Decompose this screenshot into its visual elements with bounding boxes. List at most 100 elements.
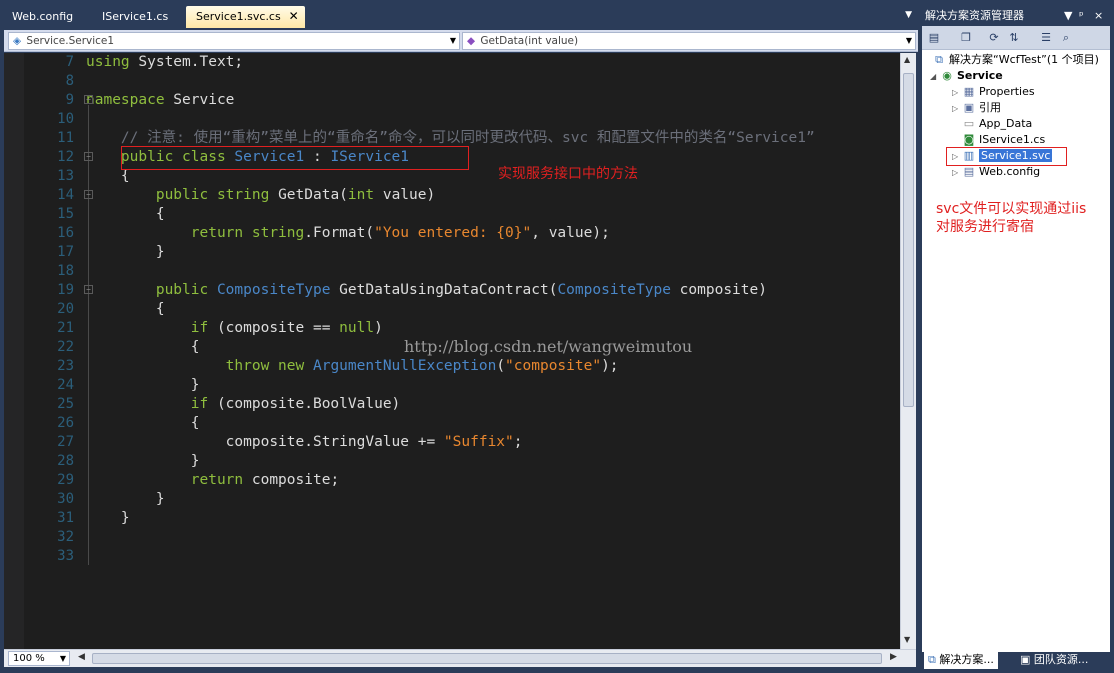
code-token: (composite == bbox=[208, 320, 340, 336]
collapse-getdata-icon[interactable]: − bbox=[84, 190, 93, 199]
scroll-left-icon[interactable]: ◀ bbox=[78, 652, 85, 662]
tab-label: Service1.svc.cs bbox=[196, 10, 281, 23]
code-token: (composite.BoolValue) bbox=[208, 396, 401, 412]
code-token: "composite" bbox=[505, 358, 602, 374]
zoom-value: 100 % bbox=[13, 653, 45, 664]
code-token: System.Text; bbox=[129, 54, 244, 70]
scroll-down-icon[interactable]: ▼ bbox=[904, 635, 910, 644]
vertical-scroll-thumb[interactable] bbox=[903, 73, 914, 407]
code-token: ( bbox=[496, 358, 506, 374]
view-code-icon[interactable]: ☰ bbox=[1038, 30, 1054, 46]
panel-title: 解决方案资源管理器 bbox=[925, 9, 1024, 22]
tab-solution-explorer[interactable]: ⧉ 解决方案... bbox=[924, 652, 998, 669]
tree-item-label: 解决方案“WcfTest”(1 个项目) bbox=[949, 53, 1099, 66]
code-token: value) bbox=[374, 187, 436, 203]
code-token: , value); bbox=[531, 225, 610, 241]
code-token: "You entered: {0}" bbox=[374, 225, 532, 241]
tree-item-label: 引用 bbox=[979, 101, 1001, 114]
chevron-down-icon: ▼ bbox=[449, 36, 456, 45]
expand-arrow-icon[interactable]: ▷ bbox=[952, 165, 962, 181]
code-line: using System.Text; bbox=[86, 53, 243, 72]
member-dropdown[interactable]: ◆ GetData(int value) ▼ bbox=[462, 32, 916, 50]
panel-bottom-tabs: ⧉ 解决方案... ▣ 团队资源... bbox=[922, 652, 1110, 669]
expand-arrow-icon[interactable]: ▷ bbox=[952, 85, 962, 101]
tree-item-label: Service bbox=[957, 69, 1003, 82]
show-all-files-icon[interactable]: ❐ bbox=[958, 30, 974, 46]
chevron-down-icon: ▼ bbox=[59, 654, 66, 663]
expanded-arrow-icon[interactable]: ◢ bbox=[930, 69, 940, 85]
class-annotation: 实现服务接口中的方法 bbox=[498, 166, 638, 182]
code-line: public CompositeType GetDataUsingDataCon… bbox=[86, 281, 767, 300]
tree-item-web-config[interactable]: ▷ ▤ Web.config bbox=[952, 164, 1040, 180]
code-token: composite.StringValue += bbox=[86, 434, 444, 450]
code-token: public bbox=[86, 282, 217, 298]
properties-icon[interactable]: ▤ bbox=[926, 30, 942, 46]
code-token: composite) bbox=[670, 282, 767, 298]
code-token: GetDataUsingDataContract( bbox=[330, 282, 558, 298]
class-declaration-highlight bbox=[121, 146, 469, 170]
tab-iservice1-cs[interactable]: IService1.cs bbox=[92, 6, 178, 28]
tree-item-label: App_Data bbox=[979, 117, 1033, 130]
code-token: } bbox=[86, 244, 165, 260]
code-line: if (composite == null) bbox=[86, 319, 383, 338]
tab-label: 团队资源... bbox=[1033, 653, 1089, 666]
refresh-icon[interactable]: ⟳ bbox=[986, 30, 1002, 46]
tree-solution-node[interactable]: ⧉ 解决方案“WcfTest”(1 个项目) bbox=[932, 52, 1099, 68]
scroll-right-icon[interactable]: ▶ bbox=[890, 652, 897, 662]
code-token: { bbox=[86, 301, 165, 317]
code-token: .Format( bbox=[304, 225, 375, 241]
code-token: public string bbox=[86, 187, 279, 203]
code-line: { bbox=[86, 414, 200, 433]
solution-icon: ⧉ bbox=[935, 53, 943, 66]
code-token: GetData( bbox=[278, 187, 348, 203]
code-token: return string bbox=[86, 225, 305, 241]
code-line: } bbox=[86, 243, 165, 262]
collapse-namespace-icon[interactable]: − bbox=[84, 95, 93, 104]
close-tab-icon[interactable]: ✕ bbox=[289, 6, 299, 27]
chevron-down-icon: ▼ bbox=[905, 36, 912, 45]
document-tab-strip: Web.config IService1.cs Service1.svc.cs … bbox=[0, 0, 918, 28]
method-icon: ◆ bbox=[467, 35, 476, 47]
tree-item-label: IService1.cs bbox=[979, 133, 1046, 146]
code-token: using bbox=[86, 54, 130, 70]
solution-tree[interactable]: ⧉ 解决方案“WcfTest”(1 个项目) ◢ ◉ Service ▷ ▦ Proper… bbox=[922, 50, 1110, 652]
pin-icon[interactable]: ᵖ bbox=[1079, 6, 1084, 26]
tree-item-app-data[interactable]: ▭ App_Data bbox=[962, 116, 1032, 132]
collapse-class-icon[interactable]: − bbox=[84, 152, 93, 161]
tab-web-config[interactable]: Web.config bbox=[2, 6, 83, 28]
nest-files-icon[interactable]: ⇅ bbox=[1006, 30, 1022, 46]
code-line: namespace Service bbox=[86, 91, 234, 110]
code-token: CompositeType bbox=[557, 282, 671, 298]
type-dropdown[interactable]: ◈ Service.Service1 ▼ bbox=[8, 32, 460, 50]
tree-item-iservice1-cs[interactable]: ◙ IService1.cs bbox=[962, 132, 1046, 148]
code-line: } bbox=[86, 509, 130, 528]
code-token: ); bbox=[601, 358, 619, 374]
code-editor[interactable]: 7 8 9 10 11 12 13 14 15 16 17 18 19 20 21 22 23 24 25 26 27 2… bbox=[4, 53, 900, 649]
navigation-bar: ◈ Service.Service1 ▼ ◆ GetData(int value… bbox=[4, 30, 918, 52]
close-panel-icon[interactable]: × bbox=[1094, 6, 1103, 26]
class-diagram-icon[interactable]: ⌕ bbox=[1058, 30, 1074, 46]
scroll-up-icon[interactable]: ▲ bbox=[904, 55, 910, 64]
tab-label: Web.config bbox=[12, 10, 74, 23]
code-token: throw new bbox=[86, 358, 313, 374]
tab-team-explorer[interactable]: ▣ 团队资源... bbox=[1016, 652, 1092, 669]
zoom-dropdown[interactable]: 100 % ▼ bbox=[8, 651, 70, 666]
tab-list-dropdown-icon[interactable]: ▼ bbox=[905, 10, 912, 20]
tree-item-properties[interactable]: ▷ ▦ Properties bbox=[952, 84, 1035, 100]
horizontal-scroll-thumb[interactable] bbox=[92, 653, 882, 664]
window-position-icon[interactable]: ▼ bbox=[1064, 6, 1072, 26]
code-line: } bbox=[86, 376, 200, 395]
code-line: { bbox=[86, 300, 165, 319]
class-icon: ◈ bbox=[13, 35, 22, 47]
tab-label: 解决方案... bbox=[939, 653, 994, 666]
solution-explorer-toolbar: ▤ ❐ ⟳ ⇅ ☰ ⌕ bbox=[922, 26, 1110, 50]
tree-project-node[interactable]: ◢ ◉ Service bbox=[930, 68, 1003, 84]
tab-service1-svc-cs[interactable]: Service1.svc.cs ✕ bbox=[186, 6, 305, 28]
code-line: { bbox=[86, 205, 165, 224]
code-token: composite; bbox=[243, 472, 340, 488]
editor-vertical-scrollbar[interactable]: ▲ ▼ bbox=[900, 53, 916, 649]
collapse-getdatausingdatacontract-icon[interactable]: − bbox=[84, 285, 93, 294]
type-dropdown-value: Service.Service1 bbox=[26, 35, 115, 47]
tree-item-references[interactable]: ▷ ▣ 引用 bbox=[952, 100, 1001, 116]
expand-arrow-icon[interactable]: ▷ bbox=[952, 101, 962, 117]
